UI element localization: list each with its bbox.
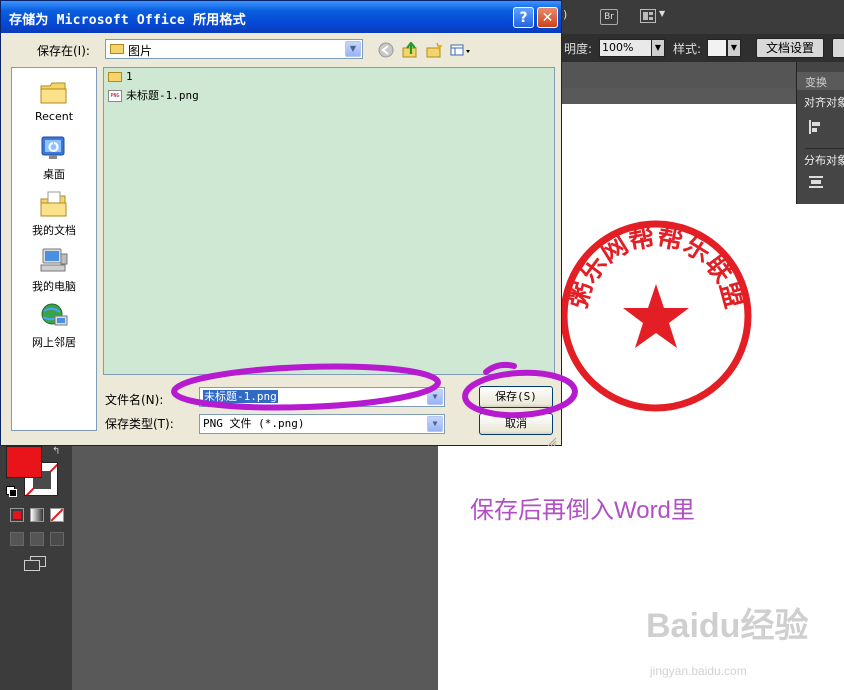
preferences-button[interactable] [832, 38, 844, 58]
my-documents-icon [39, 190, 69, 218]
help-icon: ? [519, 10, 528, 26]
align-objects-label: 对齐对象 [804, 96, 844, 109]
save-in-dropdown[interactable]: 图片 ▼ [105, 39, 363, 59]
star-icon [623, 284, 689, 348]
file-list[interactable]: 1 PNG 未标题-1.png [103, 67, 555, 375]
file-name: 1 [126, 70, 133, 83]
draw-inside-icon[interactable] [50, 532, 64, 546]
file-name: 未标题-1.png [126, 89, 199, 102]
document-settings-button[interactable]: 文档设置 [756, 38, 824, 58]
place-label: 我的文档 [32, 224, 76, 237]
place-label: 桌面 [43, 168, 65, 181]
recent-folder-icon [39, 78, 69, 106]
place-my-documents[interactable]: 我的文档 [12, 190, 96, 238]
opacity-dropdown-icon[interactable]: ▼ [651, 39, 665, 57]
close-button[interactable]: ✕ [537, 7, 558, 28]
list-item[interactable]: 1 [108, 70, 133, 86]
network-places-icon [39, 302, 69, 330]
bridge-button[interactable]: Br [600, 9, 618, 25]
place-my-computer[interactable]: 我的电脑 [12, 246, 96, 294]
screen-mode-icon[interactable] [24, 556, 46, 571]
none-mode-button[interactable] [50, 508, 64, 522]
my-computer-icon [39, 246, 69, 274]
chevron-down-icon[interactable]: ▼ [345, 41, 361, 57]
desktop-icon [39, 134, 69, 162]
distribute-icon[interactable] [809, 176, 823, 178]
gradient-mode-button[interactable] [30, 508, 44, 522]
none-slash-icon [51, 509, 63, 521]
places-bar: Recent 桌面 我的文档 我的电脑 网上邻居 [11, 67, 97, 431]
place-network[interactable]: 网上邻居 [12, 302, 96, 350]
dialog-title: 存储为 Microsoft Office 所用格式 [9, 13, 246, 28]
place-desktop[interactable]: 桌面 [12, 134, 96, 182]
partial-icon: ) [563, 8, 568, 21]
place-label: Recent [34, 110, 74, 123]
bridge-label: Br [604, 12, 614, 22]
style-swatch[interactable] [707, 39, 727, 57]
file-name-label: 文件名(N): [105, 393, 164, 407]
panel-divider [805, 148, 844, 149]
new-folder-icon[interactable] [426, 42, 443, 58]
style-dropdown-icon[interactable]: ▼ [727, 39, 741, 57]
align-panel: 变换 对齐对象 分布对象 [796, 62, 844, 204]
folder-icon [110, 44, 124, 54]
draw-normal-icon[interactable] [10, 532, 24, 546]
draw-behind-icon[interactable] [30, 532, 44, 546]
baidu-watermark-url: jingyan.baidu.com [650, 664, 747, 678]
align-left-icon[interactable] [809, 120, 811, 134]
place-label: 我的电脑 [32, 280, 76, 293]
distribute-line [809, 186, 823, 188]
save-highlight-ellipse [462, 369, 578, 419]
help-button[interactable]: ? [513, 7, 534, 28]
place-recent[interactable]: Recent [12, 78, 96, 123]
fill-swatch[interactable] [6, 446, 42, 478]
distribute-objects-label: 分布对象 [804, 154, 844, 167]
style-label: 样式: [673, 42, 702, 56]
color-mode-button[interactable] [10, 508, 24, 522]
up-folder-icon[interactable] [402, 41, 418, 58]
folder-icon [108, 72, 122, 82]
swap-colors-icon[interactable]: ↰ [52, 446, 60, 457]
back-icon[interactable] [378, 42, 394, 58]
opacity-label: 明度: [564, 42, 593, 56]
filename-highlight-ellipse [171, 363, 441, 411]
tab-transform[interactable]: 变换 [805, 74, 827, 90]
annotation-highlights [171, 361, 578, 419]
view-menu-icon[interactable] [450, 42, 472, 58]
align-left-bar-2 [812, 128, 817, 132]
align-left-bar-1 [812, 122, 820, 126]
place-label: 网上邻居 [32, 336, 76, 349]
baidu-watermark: Baidu经验 [646, 607, 809, 645]
caption-text: 保存后再倒入Word里 [470, 497, 695, 524]
close-icon: ✕ [541, 10, 554, 26]
list-item[interactable]: PNG 未标题-1.png [108, 87, 199, 103]
save-in-label: 保存在(I): [37, 44, 90, 58]
png-file-icon: PNG [108, 90, 122, 102]
arrange-documents-icon[interactable] [640, 9, 656, 23]
opacity-input[interactable]: 100% [599, 39, 653, 57]
default-colors-icon[interactable] [6, 486, 17, 497]
distribute-bar [811, 180, 821, 184]
chevron-down-icon[interactable]: ▼ [659, 9, 665, 18]
save-in-value: 图片 [128, 44, 153, 58]
